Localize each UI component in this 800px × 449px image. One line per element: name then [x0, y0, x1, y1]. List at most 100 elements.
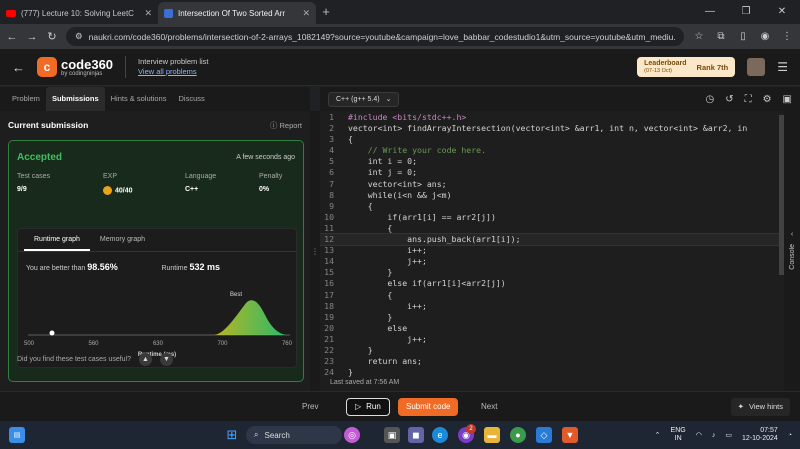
new-tab-button[interactable]: + [316, 2, 336, 24]
view-all-problems-link[interactable]: View all problems [138, 67, 208, 77]
extensions-icon[interactable]: ⧉ [714, 31, 728, 42]
code-line[interactable]: 20 else [320, 323, 784, 334]
run-button[interactable]: ▷ Run [346, 397, 390, 416]
report-label: Report [279, 120, 302, 130]
tab-submissions[interactable]: Submissions [45, 87, 105, 111]
url-field[interactable]: ⚙ naukri.com/code360/problems/intersecti… [66, 27, 684, 46]
code-text: { [348, 134, 353, 145]
wifi-icon[interactable]: ◠ [696, 431, 702, 439]
line-number: 24 [324, 367, 334, 378]
thumbs-down-icon[interactable]: ▼ [160, 353, 174, 366]
widgets-icon[interactable]: ▤ [9, 427, 25, 443]
report-button[interactable]: ⓘ Report [270, 120, 302, 131]
code-line[interactable]: 24} [320, 367, 784, 378]
code-line[interactable]: 15 } [320, 267, 784, 278]
close-icon[interactable]: ✕ [302, 8, 310, 19]
prev-button[interactable]: Prev [302, 402, 318, 411]
forward-icon[interactable]: → [26, 31, 38, 43]
task-view-icon[interactable]: ▣ [384, 427, 400, 443]
code-line[interactable]: 21 j++; [320, 334, 784, 345]
browser-tab-problem[interactable]: Intersection Of Two Sorted Arr ✕ [158, 2, 316, 24]
line-number: 11 [324, 222, 334, 233]
language-indicator[interactable]: ENG IN [671, 427, 686, 444]
next-button[interactable]: Next [481, 402, 497, 411]
line-number: 19 [324, 311, 334, 322]
fullscreen-icon[interactable]: ⛶ [745, 94, 752, 105]
tab-memory-graph[interactable]: Memory graph [90, 229, 155, 251]
windows-start-icon[interactable]: ⊞ [224, 427, 240, 443]
code-text: vector<int> findArrayIntersection(vector… [348, 123, 748, 134]
code-line[interactable]: 2 vector<int> findArrayIntersection(vecto… [320, 123, 784, 134]
teams-icon[interactable]: ◼ [408, 427, 424, 443]
code-editor[interactable]: 1 #include <bits/stdc++.h> 2 vector<int> fi… [320, 111, 784, 379]
bookmark-star-icon[interactable]: ☆ [692, 31, 706, 42]
copilot-icon[interactable]: ◎ [344, 427, 360, 443]
code-line[interactable]: 3{ [320, 134, 784, 145]
avatar[interactable] [747, 58, 766, 76]
edge-icon[interactable]: e [432, 427, 448, 443]
tab-runtime-graph[interactable]: Runtime graph [24, 229, 90, 251]
code-line[interactable]: 22 } [320, 345, 784, 356]
code-line[interactable]: 12 ans.push_back(arr1[i]); [320, 233, 784, 247]
better-than-value: 98.56% [87, 262, 118, 272]
line-number: 22 [324, 344, 334, 355]
battery-icon[interactable]: ▭ [725, 431, 732, 439]
panel-resize-handle[interactable]: ⋮ [310, 111, 320, 391]
code-line[interactable]: 17 { [320, 290, 784, 301]
chrome-icon[interactable]: ● [510, 427, 526, 443]
back-arrow-icon[interactable]: ← [12, 60, 25, 75]
minimize-icon[interactable]: — [692, 0, 728, 24]
tab-discuss[interactable]: Discuss [172, 87, 210, 111]
code-text: { [348, 222, 393, 233]
taskbar-search[interactable]: ⌕ Search [246, 426, 342, 444]
profile-icon[interactable]: ◉ [758, 31, 772, 42]
code-line[interactable]: 10 if(arr1[i] == arr2[j]) [320, 212, 784, 223]
settings-gear-icon[interactable]: ⚙ [763, 94, 772, 105]
timer-icon[interactable]: ◷ [705, 94, 714, 105]
file-explorer-icon[interactable]: ▬ [484, 427, 500, 443]
leaderboard-badge[interactable]: Leaderboard (07-13 Oct) Rank 7th [637, 57, 736, 77]
code-line[interactable]: 7 vector<int> ans; [320, 179, 784, 190]
code-line[interactable]: 6 int j = 0; [320, 167, 784, 178]
close-window-icon[interactable]: ✕ [764, 0, 800, 24]
vscode-icon[interactable]: ◇ [536, 427, 552, 443]
submit-code-button[interactable]: Submit code [398, 397, 459, 416]
code-line[interactable]: 18 i++; [320, 301, 784, 312]
code-line[interactable]: 16 else if(arr1[i]<arr2[j]) [320, 278, 784, 289]
code-line[interactable]: 14 j++; [320, 256, 784, 267]
reload-icon[interactable]: ↻ [46, 30, 58, 43]
notifications-icon[interactable]: ◔ [788, 432, 792, 439]
close-icon[interactable]: ✕ [144, 8, 152, 19]
console-panel-toggle[interactable]: ‹ Console [784, 111, 800, 391]
tab-hints-solutions[interactable]: Hints & solutions [105, 87, 173, 111]
sidebar-icon[interactable]: ▯ [736, 31, 750, 42]
code-line[interactable]: 13 i++; [320, 245, 784, 256]
chevron-up-icon[interactable]: ⌃ [655, 431, 661, 439]
brave-icon[interactable]: ▼ [562, 427, 578, 443]
language-select[interactable]: C++ (g++ 5.4) ⌄ [328, 91, 400, 107]
hamburger-menu-icon[interactable]: ☰ [777, 60, 788, 74]
code-line[interactable]: 1 #include <bits/stdc++.h> [320, 112, 784, 123]
search-icon: ⌕ [254, 430, 259, 439]
code-line[interactable]: 5 int i = 0; [320, 156, 784, 167]
view-hints-button[interactable]: ✦ View hints [730, 397, 790, 416]
browser-menu-icon[interactable]: ⋮ [780, 31, 794, 42]
code-line[interactable]: 23 return ans; [320, 356, 784, 367]
restore-icon[interactable]: ❐ [728, 0, 764, 24]
volume-icon[interactable]: ♪ [712, 432, 716, 439]
site-info-icon[interactable]: ⚙ [75, 31, 83, 42]
your-runtime-marker [49, 330, 55, 336]
tab-problem[interactable]: Problem [6, 87, 46, 111]
code-line[interactable]: 11 { [320, 223, 784, 234]
code-line[interactable]: 19 } [320, 312, 784, 323]
clock[interactable]: 07:57 12-10-2024 [742, 427, 778, 444]
browser-tab-youtube[interactable]: (777) Lecture 10: Solving LeetC ✕ [0, 2, 158, 24]
reset-icon[interactable]: ↺ [725, 94, 733, 105]
code-line[interactable]: 9 { [320, 201, 784, 212]
code-line[interactable]: 8 while(i<n && j<m) [320, 190, 784, 201]
thumbs-up-icon[interactable]: ▲ [139, 353, 153, 366]
back-icon[interactable]: ← [6, 31, 18, 43]
layout-icon[interactable]: ▣ [783, 94, 792, 105]
code-line[interactable]: 4 // Write your code here. [320, 145, 784, 156]
code360-logo[interactable]: c code360 by codingninjas [37, 57, 113, 77]
